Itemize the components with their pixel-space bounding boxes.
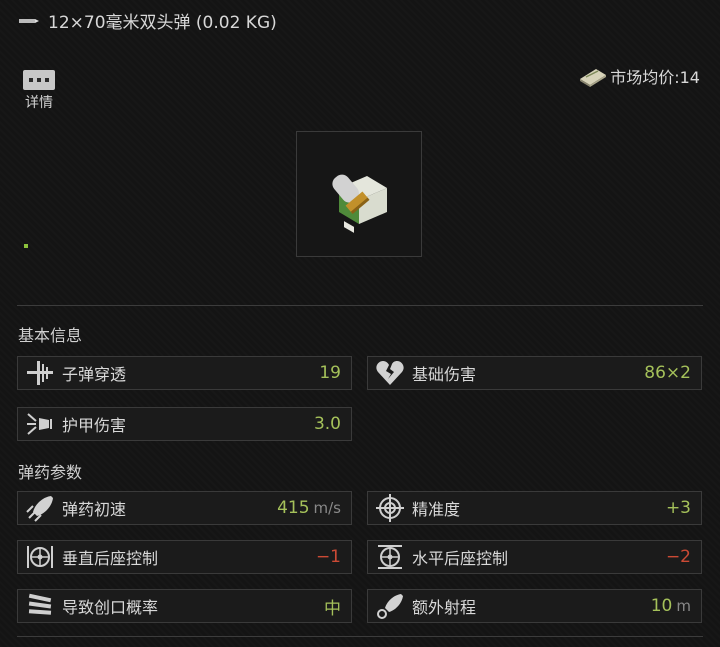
ammo-icon	[19, 18, 39, 23]
market-price-label: 市场均价:14	[610, 68, 700, 87]
market-price: 市场均价:14	[578, 64, 700, 88]
stat-unit: m	[676, 597, 691, 615]
horizontal-recoil-icon	[368, 541, 412, 573]
muzzle-velocity-icon	[18, 492, 62, 524]
item-image-slot	[296, 131, 422, 257]
stat-value: 415	[277, 498, 310, 518]
money-icon	[580, 69, 607, 87]
stat-value: −2	[665, 547, 691, 567]
stat-value-wrap: 415 m/s	[277, 498, 351, 518]
stat-name: 导致创口概率	[62, 598, 159, 617]
stat-bleeding-chance: 导致创口概率 中	[17, 589, 352, 623]
stat-name: 额外射程	[412, 598, 477, 617]
item-title: 12×70毫米双头弹 (0.02 KG)	[48, 13, 277, 33]
details-label: 详情	[25, 95, 53, 111]
more-dots-icon	[23, 70, 55, 90]
crosshair-icon	[368, 492, 412, 524]
stat-horizontal-recoil: 水平后座控制 −2	[367, 540, 702, 574]
section-ammo-title: 弹药参数	[18, 463, 83, 482]
divider	[17, 636, 703, 637]
item-inspect-window: 12×70毫米双头弹 (0.02 KG) 详情 市场均价:14 基本信息 子弹穿…	[0, 0, 720, 647]
stat-value: +3	[665, 498, 691, 518]
stat-name: 子弹穿透	[62, 365, 127, 384]
stat-name: 精准度	[412, 500, 461, 519]
stat-muzzle-velocity: 弹药初速 415 m/s	[17, 491, 352, 525]
stat-value: 86×2	[644, 363, 691, 383]
stat-penetration: 子弹穿透 19	[17, 356, 352, 390]
stat-name: 弹药初速	[62, 500, 127, 519]
stat-vertical-recoil: 垂直后座控制 −1	[17, 540, 352, 574]
shotgun-shell-box-icon	[332, 174, 387, 233]
item-header: 12×70毫米双头弹 (0.02 KG)	[18, 8, 277, 33]
bleeding-icon	[18, 590, 62, 622]
stat-value-wrap: 10 m	[651, 596, 701, 616]
stat-extra-range: 额外射程 10 m	[367, 589, 702, 623]
stat-name: 护甲伤害	[62, 416, 127, 435]
armor-damage-icon	[18, 408, 62, 440]
broken-heart-icon	[368, 357, 412, 389]
stat-name: 基础伤害	[412, 365, 477, 384]
details-button[interactable]: 详情	[20, 70, 58, 112]
stat-armor-damage: 护甲伤害 3.0	[17, 407, 352, 441]
stat-unit: m/s	[313, 499, 341, 517]
divider	[17, 305, 703, 306]
stat-value: −1	[315, 547, 341, 567]
penetration-icon	[18, 357, 62, 389]
stat-name: 水平后座控制	[412, 549, 509, 568]
stat-value: 中	[324, 598, 341, 619]
stat-value: 10	[650, 596, 673, 616]
stat-accuracy: 精准度 +3	[367, 491, 702, 525]
stat-base-damage: 基础伤害 86×2	[367, 356, 702, 390]
status-dot	[24, 244, 28, 248]
range-icon	[368, 590, 412, 622]
stat-name: 垂直后座控制	[62, 549, 159, 568]
section-basic-title: 基本信息	[18, 326, 83, 345]
vertical-recoil-icon	[18, 541, 62, 573]
stat-value: 19	[319, 363, 341, 383]
stat-value: 3.0	[313, 414, 341, 434]
